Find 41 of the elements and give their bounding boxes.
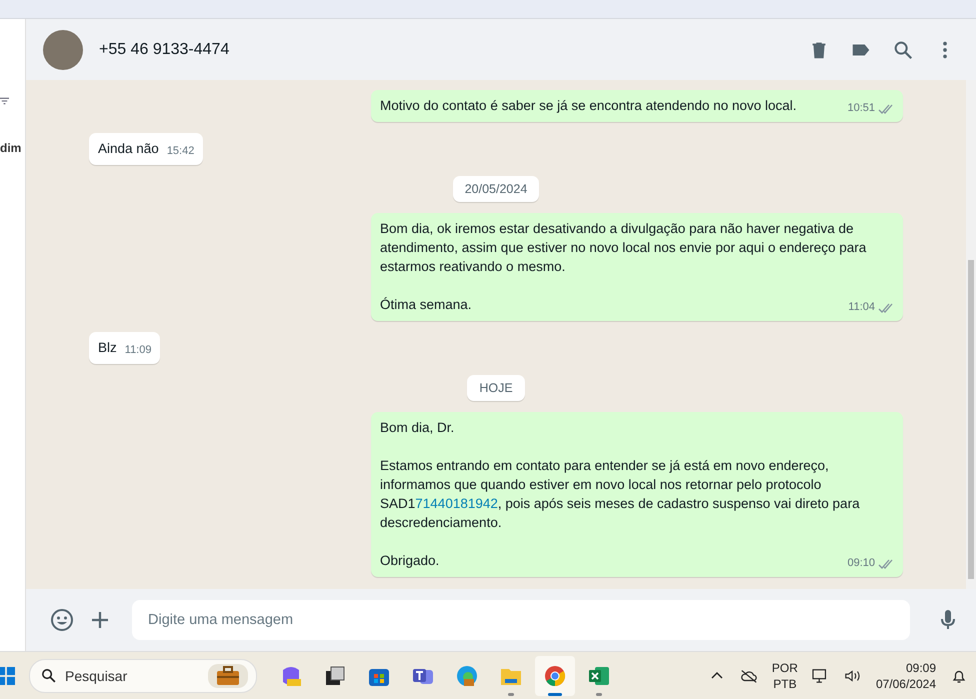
- clock-time[interactable]: 09:09: [906, 660, 936, 676]
- message-text: Ótima semana.: [380, 296, 473, 314]
- double-check-icon: [878, 558, 894, 568]
- taskbar-search[interactable]: Pesquisar: [29, 658, 257, 692]
- message-text: Blz: [98, 339, 117, 357]
- stacked-squares-icon: [323, 664, 347, 688]
- message-time: 11:04: [848, 300, 875, 315]
- double-check-icon: [878, 104, 894, 114]
- search-icon: [40, 667, 57, 684]
- scrollbar[interactable]: [966, 80, 976, 589]
- filter-icon[interactable]: [0, 97, 9, 105]
- emoji-icon[interactable]: [50, 608, 74, 632]
- date-divider: 20/05/2024: [452, 176, 540, 202]
- message-text: Motivo do contato é saber se já se encontra atendendo no novo local.: [380, 97, 798, 115]
- volume-icon[interactable]: [844, 668, 862, 684]
- briefcase-icon: [208, 664, 248, 688]
- message-time: 09:10: [847, 556, 875, 571]
- message-time: 10:51: [847, 101, 875, 116]
- swirl-icon: [455, 664, 479, 688]
- message-input[interactable]: Digite uma mensagem: [132, 600, 910, 640]
- message-link[interactable]: 71440181942: [415, 496, 498, 511]
- clock-date[interactable]: 07/06/2024: [876, 676, 936, 692]
- sidebar-text: dim: [0, 141, 22, 155]
- keyboard-layout-label[interactable]: PTB: [773, 676, 797, 692]
- message-text: Obrigado.: [380, 552, 440, 570]
- search-icon[interactable]: [892, 38, 914, 60]
- message-text: Bom dia, Dr.: [380, 419, 456, 437]
- language-label[interactable]: POR: [772, 660, 798, 676]
- cloud-off-icon[interactable]: [740, 668, 758, 684]
- avatar[interactable]: [43, 30, 83, 70]
- message-text: Bom dia, ok iremos estar desativando a divulgação para não haver negativa de atendimento, assim que estiver no novo local nos envie por aqui o endereço para estarmos reativando o mesmo.: [380, 220, 868, 276]
- contact-name[interactable]: +55 46 9133-4474: [99, 40, 230, 58]
- date-divider: HOJE: [467, 375, 525, 401]
- message-time: 15:42: [166, 144, 194, 159]
- browser-logo: [543, 664, 567, 688]
- search-placeholder: Pesquisar: [65, 668, 128, 684]
- message-text: Estamos entrando em contato para entender se já está em novo endereço, informamos que quando estiver em novo local nos retornar pelo protocolo SAD171440181942, pois após seis meses de cadastro suspenso vai direto para descredenciamento.: [380, 457, 861, 532]
- message-time: 11:09: [124, 343, 152, 358]
- message-text: Ainda não: [98, 140, 159, 158]
- windows-start-icon[interactable]: [0, 666, 15, 684]
- double-check-icon: [878, 302, 894, 312]
